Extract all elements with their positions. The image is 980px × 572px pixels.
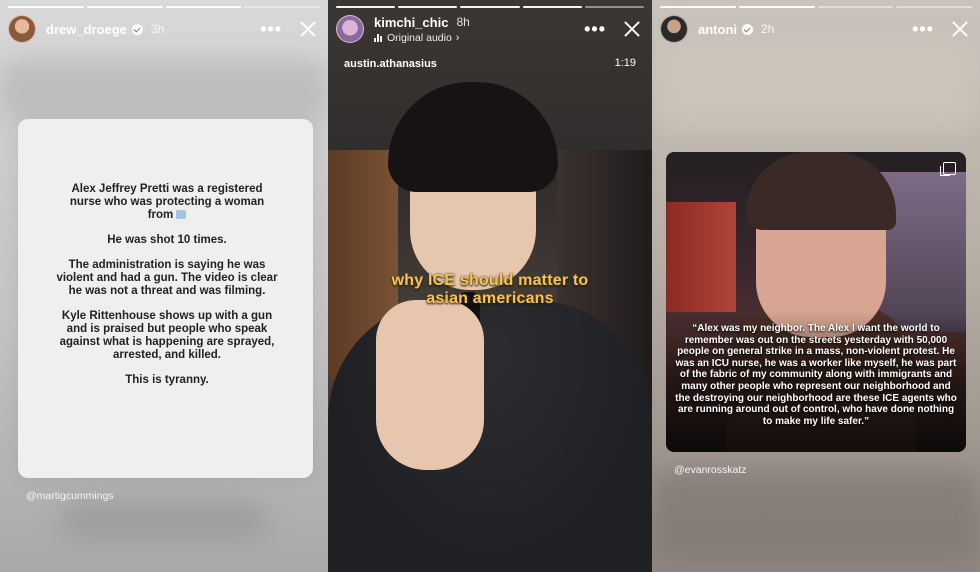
reel-username[interactable]: austin.athanasius [344, 58, 437, 70]
avatar[interactable] [8, 15, 36, 43]
close-icon[interactable] [298, 19, 318, 39]
carousel-icon [940, 162, 956, 176]
blurred-background [0, 60, 328, 120]
card-text: Alex Jeffrey Pretti was a registered nur… [56, 183, 278, 399]
username[interactable]: antoni [698, 22, 737, 37]
card-paragraph: Alex Jeffrey Pretti was a registered nur… [69, 183, 265, 221]
shared-post-photo[interactable]: “Alex was my neighbor. The Alex I want t… [666, 152, 966, 452]
post-time: 3h [150, 22, 165, 36]
reel-duration: 1:19 [614, 57, 636, 69]
card-paragraph: He was shot 10 times. [107, 234, 227, 246]
original-audio-link[interactable]: Original audio › [374, 32, 470, 44]
mention-tag[interactable]: @martigcummings [26, 490, 114, 502]
audio-label: Original audio [387, 31, 452, 44]
close-icon[interactable] [622, 19, 642, 39]
more-options-icon[interactable]: ••• [584, 20, 606, 38]
hand [376, 300, 484, 470]
user-info: kimchi_chic 8h Original audio › [374, 15, 470, 44]
blurred-background [652, 40, 980, 130]
background-wall [666, 202, 736, 312]
story-header: drew_droege 3h ••• [8, 14, 320, 44]
person-hair [746, 152, 896, 230]
avatar[interactable] [660, 15, 688, 43]
card-paragraph: Kyle Rittenhouse shows up with a gun and… [59, 310, 275, 361]
story-drew-droege[interactable]: drew_droege 3h ••• Alex Jeffrey Pretti w… [0, 0, 328, 572]
avatar[interactable] [336, 15, 364, 43]
caption-line: asian americans [426, 290, 554, 307]
verified-badge-icon [742, 23, 753, 35]
audio-bars-icon [374, 33, 382, 42]
story-header: kimchi_chic 8h Original audio › ••• [336, 14, 644, 44]
mention-tag[interactable]: @evanrosskatz [674, 464, 747, 476]
hair [388, 82, 558, 192]
username[interactable]: drew_droege [46, 22, 127, 37]
story-header: antoni 2h ••• [660, 14, 972, 44]
username[interactable]: kimchi_chic [374, 15, 448, 30]
progress-bar [336, 6, 645, 8]
verified-badge-icon [131, 23, 143, 35]
ice-emoji-icon [176, 210, 187, 220]
person-head [388, 82, 558, 292]
blurred-background [60, 500, 268, 540]
progress-bar [8, 6, 320, 8]
card-paragraph: This is tyranny. [125, 374, 209, 386]
video-caption: why ICE should matter to asian americans [328, 272, 652, 308]
post-time: 8h [456, 15, 470, 29]
blurred-background [652, 470, 980, 560]
post-time: 2h [761, 22, 775, 36]
chevron-right-icon: › [455, 31, 460, 44]
more-options-icon[interactable]: ••• [912, 20, 934, 38]
progress-bar [660, 6, 972, 8]
close-icon[interactable] [950, 19, 970, 39]
caption-line: why ICE should matter to [391, 272, 589, 289]
card-paragraph: The administration is saying he was viol… [56, 259, 278, 297]
text-card: Alex Jeffrey Pretti was a registered nur… [18, 119, 313, 478]
story-kimchi-chic[interactable]: kimchi_chic 8h Original audio › ••• aust… [328, 0, 652, 572]
photo-quote: “Alex was my neighbor. The Alex I want t… [675, 323, 957, 427]
story-antoni[interactable]: antoni 2h ••• “Alex was my neighbor. The… [652, 0, 980, 572]
more-options-icon[interactable]: ••• [260, 20, 282, 38]
